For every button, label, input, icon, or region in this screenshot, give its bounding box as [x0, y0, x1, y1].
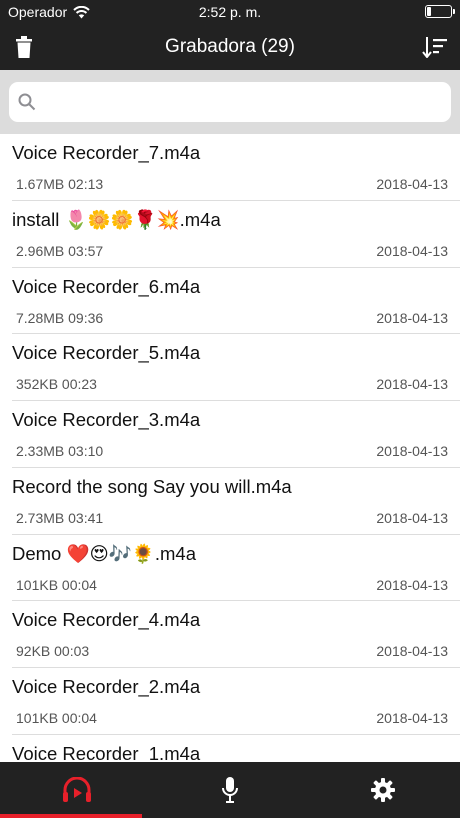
search-box[interactable] — [9, 82, 451, 122]
recording-date: 2018-04-13 — [376, 309, 448, 326]
nav-bar: Grabadora (29) — [0, 24, 460, 70]
recording-date: 2018-04-13 — [376, 176, 448, 192]
recording-date: 2018-04-13 — [376, 710, 448, 726]
recording-meta: 101KB 00:04 — [16, 576, 97, 593]
sort-icon[interactable] — [422, 36, 448, 58]
recording-date: 2018-04-13 — [376, 509, 448, 526]
recording-name: Voice Recorder_4.m4a — [12, 609, 201, 631]
recording-date: 2018-04-13 — [376, 242, 448, 259]
tab-bar — [0, 762, 460, 818]
recording-date: 2018-04-13 — [376, 643, 448, 660]
recordings-list: Voice Recorder_7.m4a 1.67MB 02:13 2018-0… — [0, 134, 460, 762]
recording-row[interactable]: Voice Recorder_3.m4a 2.33MB 03:10 2018-0… — [12, 401, 460, 468]
recording-date: 2018-04-13 — [376, 443, 448, 459]
recording-row[interactable]: Voice Recorder_4.m4a 92KB 00:03 2018-04-… — [12, 601, 460, 668]
recording-name: install 🌷🌼🌼🌹💥.m4a — [12, 208, 221, 230]
headphones-play-icon — [62, 777, 91, 802]
recording-row[interactable]: Voice Recorder_1.m4a — [12, 735, 460, 762]
recording-row[interactable]: Voice Recorder_5.m4a 352KB 00:23 2018-04… — [12, 334, 460, 401]
recording-row[interactable]: Record the song Say you will.m4a 2.73MB … — [12, 468, 460, 535]
battery-icon — [425, 5, 455, 18]
recording-name: Voice Recorder_7.m4a — [12, 142, 201, 163]
tab-recordings[interactable] — [0, 762, 153, 818]
search-input[interactable] — [43, 82, 443, 122]
recording-meta: 92KB 00:03 — [16, 643, 90, 660]
recording-name: Voice Recorder_5.m4a — [12, 342, 201, 364]
recording-date: 2018-04-13 — [376, 576, 448, 593]
recording-name: Demo ❤️😍🎶🌻.m4a — [12, 542, 197, 564]
search-icon — [18, 93, 36, 111]
recording-row[interactable]: install 🌷🌼🌼🌹💥.m4a 2.96MB 03:57 2018-04-1… — [12, 201, 460, 268]
recording-meta: 2.96MB 03:57 — [16, 242, 104, 259]
recording-meta: 352KB 00:23 — [16, 376, 97, 393]
recording-meta: 7.28MB 09:36 — [16, 309, 104, 326]
recording-name: Voice Recorder_6.m4a — [12, 275, 201, 297]
microphone-icon — [221, 777, 238, 803]
recording-row[interactable]: Voice Recorder_2.m4a 101KB 00:04 2018-04… — [12, 668, 460, 735]
recording-row[interactable]: Voice Recorder_6.m4a 7.28MB 09:36 2018-0… — [12, 268, 460, 335]
search-area — [0, 70, 460, 134]
tab-settings[interactable] — [306, 762, 459, 818]
recording-date: 2018-04-13 — [376, 376, 448, 393]
gear-icon — [370, 778, 395, 802]
recording-name: Record the song Say you will.m4a — [12, 475, 292, 497]
recording-name: Voice Recorder_3.m4a — [12, 409, 201, 430]
recording-meta: 2.33MB 03:10 — [16, 443, 104, 459]
recording-meta: 2.73MB 03:41 — [16, 509, 104, 526]
recording-row[interactable]: Demo ❤️😍🎶🌻.m4a 101KB 00:04 2018-04-13 — [12, 535, 460, 602]
status-time: 2:52 p. m. — [198, 4, 262, 20]
recording-meta: 101KB 00:04 — [16, 710, 97, 726]
recording-meta: 1.67MB 02:13 — [16, 176, 104, 192]
recording-name: Voice Recorder_2.m4a — [12, 676, 201, 697]
recording-name: Voice Recorder_1.m4a — [12, 742, 201, 762]
page-title: Grabadora (29) — [165, 36, 295, 57]
status-bar: Operador 2:52 p. m. — [0, 0, 460, 24]
recording-row[interactable]: Voice Recorder_7.m4a 1.67MB 02:13 2018-0… — [12, 134, 460, 201]
tab-record[interactable] — [153, 762, 306, 818]
